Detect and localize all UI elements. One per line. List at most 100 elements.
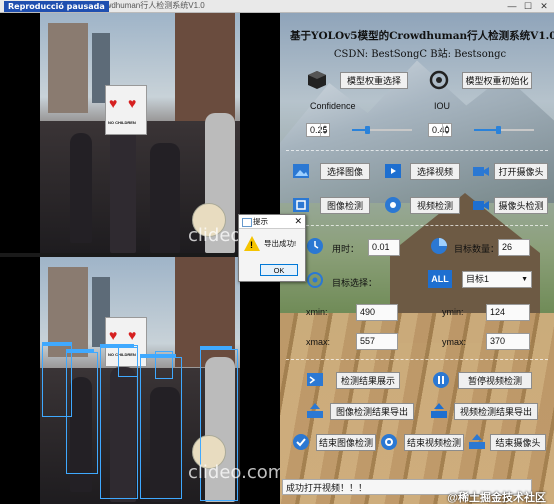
minimize-button[interactable]: —	[504, 0, 520, 12]
dialog-message: 导出成功!	[264, 239, 297, 248]
heart-icon: ♥	[109, 327, 118, 343]
close-button[interactable]: ✕	[536, 0, 552, 12]
heart-icon: ♥	[128, 327, 137, 343]
open-camera-button[interactable]: 打开摄像头	[494, 163, 548, 180]
show-result-button[interactable]: 检测结果展示	[336, 372, 400, 389]
init-weights-button[interactable]: 模型权重初始化	[462, 72, 532, 89]
video-detect-button[interactable]: 视频检测	[410, 197, 460, 214]
pause-video-button[interactable]: 暂停视频检测	[458, 372, 532, 389]
video-detect-icon	[385, 197, 401, 213]
xmax-label: xmax:	[306, 337, 331, 347]
time-label: 用时：	[332, 244, 360, 254]
image-detect-button[interactable]: 图像检测	[320, 197, 370, 214]
divider	[286, 225, 548, 226]
clock-icon	[307, 238, 323, 254]
playback-watermark: Reproducció pausada	[4, 1, 109, 12]
pie-chart-icon	[431, 238, 447, 254]
export-image-button[interactable]: 图像检测结果导出	[330, 403, 414, 420]
divider	[286, 359, 548, 360]
end-camera-icon	[469, 434, 485, 449]
iou-slider[interactable]	[474, 126, 534, 134]
iou-label: IOU	[434, 101, 451, 111]
dialog-title: 提示	[253, 217, 268, 226]
window-icon	[242, 218, 252, 227]
detection-label	[42, 342, 72, 345]
end-camera-button[interactable]: 结束摄像头	[490, 434, 546, 451]
dialog-ok-button[interactable]: OK	[260, 264, 298, 276]
export-image-icon	[307, 403, 323, 418]
iou-slider-handle[interactable]	[496, 126, 501, 134]
xmin-label: xmin:	[306, 307, 328, 317]
heart-icon: ♥	[109, 95, 118, 111]
dialog-titlebar: 提示 ✕	[239, 215, 305, 229]
detection-label	[66, 349, 94, 352]
export-video-button[interactable]: 视频检测结果导出	[454, 403, 538, 420]
maximize-button[interactable]: ☐	[520, 0, 536, 12]
spin-arrows-icon[interactable]: ▲ ▼	[442, 124, 451, 136]
target-select-icon	[307, 272, 323, 288]
detected-video-frame: ♥ ♥ NO CHILDREN clideo.com	[0, 257, 280, 504]
confidence-slider-handle[interactable]	[365, 126, 370, 134]
divider	[286, 150, 548, 151]
ymax-label: ymax:	[442, 337, 467, 347]
building	[175, 13, 235, 123]
app-subtitle: CSDN: BestSongC B站: Bestsongc	[333, 49, 507, 60]
confidence-label: Confidence	[310, 101, 356, 111]
confidence-slider[interactable]	[352, 126, 412, 134]
control-panel: 基于YOLOv5模型的Crowdhuman行人检测系统V1.0 CSDN: Be…	[280, 13, 554, 504]
sign-text: NO CHILDREN	[108, 120, 136, 125]
target-icon	[429, 70, 449, 90]
cube-icon	[308, 71, 326, 89]
iou-spinbox[interactable]: 0.40 ▲ ▼	[428, 123, 452, 137]
dialog-close-button[interactable]: ✕	[294, 215, 302, 228]
select-weights-button[interactable]: 模型权重选择	[340, 72, 408, 89]
ymax-field: 370	[486, 333, 530, 350]
person	[150, 143, 180, 253]
detection-box	[66, 352, 98, 474]
protest-sign: ♥ ♥ NO CHILDREN	[105, 85, 147, 135]
export-video-icon	[431, 403, 447, 418]
display-icon	[307, 373, 323, 386]
all-icon: ALL	[428, 270, 452, 288]
camera-icon	[473, 167, 489, 176]
time-value-field: 0.01	[368, 239, 400, 256]
camera-detect-button[interactable]: 摄像头检测	[494, 197, 548, 214]
pause-icon	[433, 372, 449, 388]
heart-icon: ♥	[128, 95, 137, 111]
footer-watermark: @稀土掘金技术社区	[447, 492, 546, 504]
target-select-label: 目标选择：	[332, 278, 378, 288]
detection-label	[100, 344, 134, 347]
spin-arrows-icon[interactable]: ▲ ▼	[320, 124, 329, 136]
detection-box	[118, 345, 138, 377]
warning-exclamation: !	[250, 240, 253, 250]
video-icon	[385, 164, 401, 178]
detection-label	[200, 346, 232, 349]
camera-detect-icon	[473, 201, 489, 210]
xmax-field: 557	[356, 333, 398, 350]
image-icon	[293, 164, 309, 178]
window-controls: — ☐ ✕	[504, 0, 552, 12]
count-value-field: 26	[498, 239, 530, 256]
export-success-dialog: 提示 ✕ ! 导出成功! OK	[238, 214, 306, 282]
stop-icon	[381, 434, 397, 450]
select-image-button[interactable]: 选择图像	[320, 163, 370, 180]
count-label: 目标数量：	[454, 244, 500, 254]
confidence-spinbox[interactable]: 0.25 ▲ ▼	[306, 123, 330, 137]
person	[110, 123, 136, 253]
app-title: 基于YOLOv5模型的Crowdhuman行人检测系统V1.0	[290, 30, 554, 42]
check-icon	[293, 434, 309, 450]
target-dropdown-value: 目标1	[466, 274, 490, 284]
target-dropdown[interactable]: 目标1 ▼	[462, 271, 532, 288]
person	[70, 133, 92, 243]
end-image-button[interactable]: 结束图像检测	[316, 434, 376, 451]
ymin-label: ymin:	[442, 307, 464, 317]
image-detect-icon	[293, 198, 309, 212]
clip-watermark: clideo.com	[188, 462, 280, 483]
ymin-field: 124	[486, 304, 530, 321]
xmin-field: 490	[356, 304, 398, 321]
select-video-button[interactable]: 选择视频	[410, 163, 460, 180]
building	[48, 23, 88, 113]
detection-label	[140, 354, 176, 357]
end-video-button[interactable]: 结束视频检测	[404, 434, 464, 451]
chevron-down-icon[interactable]: ▼	[521, 272, 528, 287]
